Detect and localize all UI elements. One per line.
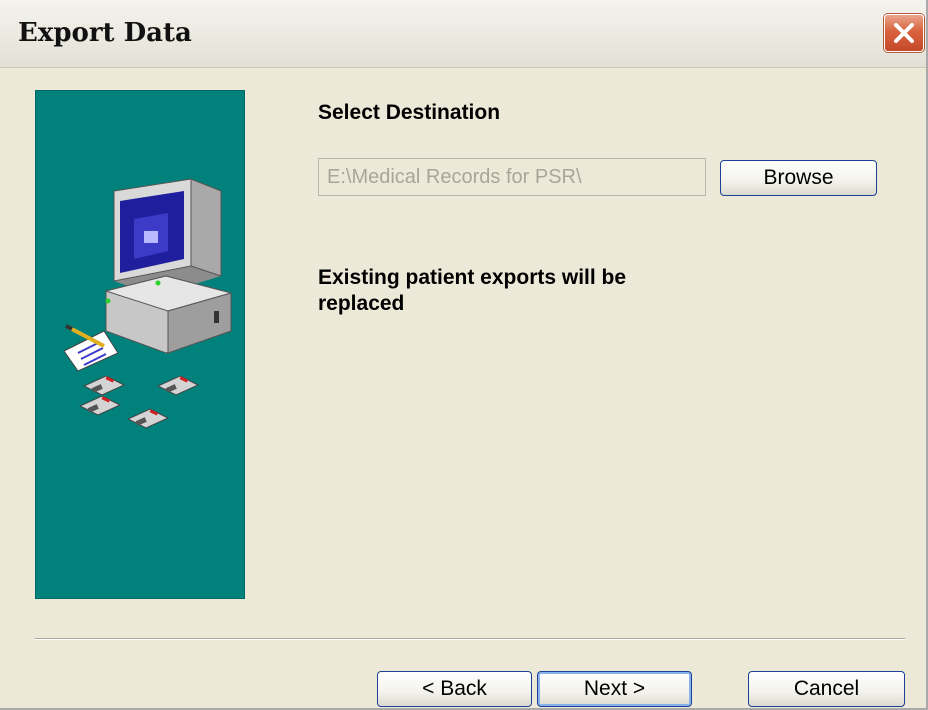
close-button[interactable] — [884, 14, 924, 52]
floppy-disk-graphic-3 — [78, 395, 122, 416]
floppy-disk-graphic-2 — [156, 375, 200, 396]
browse-button[interactable]: Browse — [720, 160, 877, 196]
floppy-disk-graphic-4 — [126, 408, 170, 429]
window-title: Export Data — [18, 18, 192, 48]
title-bar[interactable]: Export Data — [0, 0, 926, 68]
back-button[interactable]: < Back — [377, 671, 532, 707]
computer-with-floppy-disks-icon — [63, 178, 233, 429]
replace-warning-message: Existing patient exports will be replace… — [318, 266, 627, 315]
floppy-disk-graphic-1 — [82, 375, 126, 396]
close-icon — [894, 23, 914, 43]
computer-monitor-graphic — [104, 178, 233, 354]
footer-divider — [35, 638, 905, 640]
select-destination-heading: Select Destination — [318, 101, 501, 124]
wizard-side-panel — [35, 90, 245, 599]
next-button[interactable]: Next > — [537, 671, 692, 707]
export-data-window: Export Data Select Destination E:\Medica… — [0, 0, 928, 710]
cancel-button[interactable]: Cancel — [748, 671, 905, 707]
destination-path-field[interactable] — [318, 158, 706, 196]
